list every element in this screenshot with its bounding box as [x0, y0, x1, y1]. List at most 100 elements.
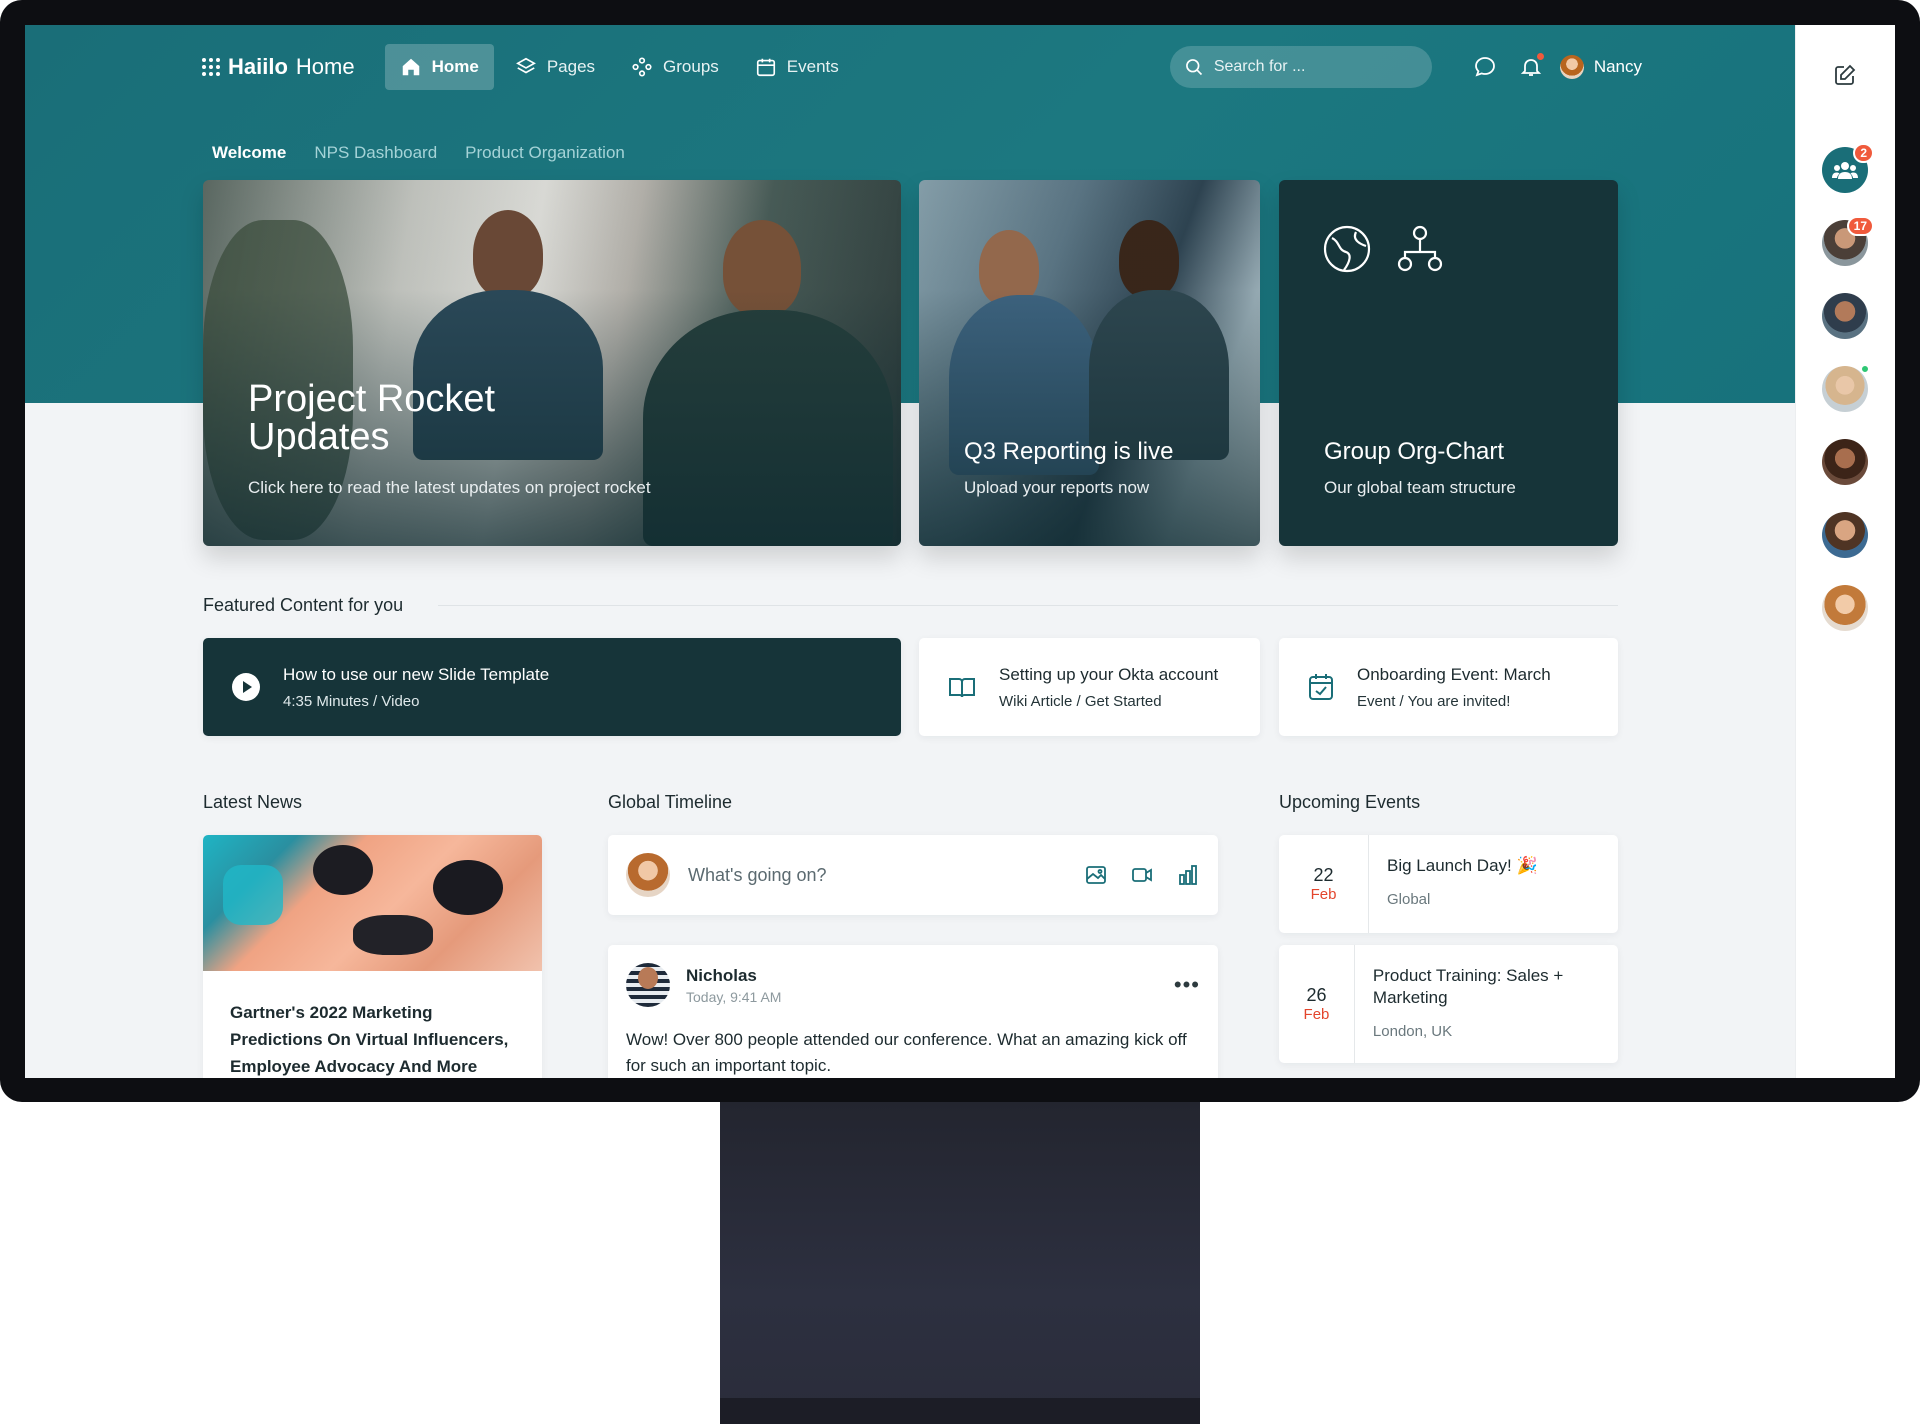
event-location: Global — [1387, 891, 1431, 908]
tab-nps-dashboard[interactable]: NPS Dashboard — [314, 143, 437, 163]
right-rail: 2 17 — [1795, 25, 1895, 1078]
event-day: 26 — [1306, 985, 1327, 1005]
upcoming-events-heading: Upcoming Events — [1279, 792, 1421, 812]
hero-title-line1: Project Rocket — [248, 378, 496, 420]
event-month: Feb — [1303, 1006, 1330, 1023]
featured-item-title: Onboarding Event: March — [1357, 664, 1551, 684]
rail-contact-avatar[interactable]: 17 — [1822, 216, 1874, 266]
featured-item-meta: Wiki Article / Get Started — [999, 692, 1162, 710]
nav-events-label: Events — [786, 57, 839, 76]
image-icon[interactable] — [1084, 863, 1108, 887]
post-header: Nicholas Today, 9:41 AM ••• — [626, 963, 1200, 1007]
page-subtabs: Welcome NPS Dashboard Product Organizati… — [212, 143, 625, 163]
event-item[interactable]: 22 Feb Big Launch Day! 🎉 Global — [1279, 835, 1618, 933]
post-more-button[interactable]: ••• — [1174, 972, 1200, 998]
search-icon — [1185, 59, 1202, 76]
rail-contact-avatar[interactable] — [1822, 512, 1868, 558]
post-time: Today, 9:41 AM — [686, 988, 782, 1005]
video-icon[interactable] — [1130, 863, 1154, 887]
nav-groups-label: Groups — [663, 57, 719, 76]
calendar-check-icon — [1309, 674, 1333, 700]
chat-button[interactable] — [1462, 44, 1508, 90]
rail-contact-avatar[interactable] — [1822, 585, 1868, 631]
nav-pages[interactable]: Pages — [500, 44, 610, 90]
post-composer — [608, 835, 1218, 915]
nav-home[interactable]: Home — [384, 44, 494, 90]
timeline-post: Nicholas Today, 9:41 AM ••• Wow! Over 80… — [608, 945, 1218, 1078]
post-author-avatar[interactable] — [626, 963, 670, 1007]
main-area: Haiilo Home Home Pages Groups Events Sea… — [25, 25, 1795, 1078]
play-icon — [232, 673, 260, 701]
event-location: London, UK — [1372, 1023, 1453, 1040]
hero-title: Group Org-Chart — [1324, 438, 1505, 465]
featured-item-meta: Event / You are invited! — [1357, 692, 1511, 710]
user-avatar — [1559, 55, 1584, 79]
hero-subtitle: Upload your reports now — [964, 478, 1150, 497]
online-indicator — [1860, 364, 1870, 374]
hero-title: Q3 Reporting is live — [964, 438, 1174, 465]
globe-icon — [1323, 225, 1371, 273]
rail-contact-avatar[interactable] — [1822, 364, 1870, 412]
book-icon — [949, 678, 975, 698]
news-card[interactable]: Gartner's 2022 Marketing Predictions On … — [203, 835, 542, 1078]
home-icon — [402, 58, 419, 76]
hero-subtitle: Click here to read the latest updates on… — [248, 478, 651, 497]
logo-dots-icon — [202, 58, 220, 76]
global-timeline-heading: Global Timeline — [608, 792, 733, 812]
monitor-stand — [720, 1102, 1200, 1424]
app-screen: Haiilo Home Home Pages Groups Events Sea… — [25, 25, 1895, 1078]
post-author[interactable]: Nicholas — [686, 966, 781, 986]
nav-home-label: Home — [431, 57, 479, 76]
search-input[interactable] — [1213, 58, 1394, 76]
logo-light-text: Home — [295, 54, 355, 79]
hero-card-project-rocket[interactable]: Project Rocket Updates Click here to rea… — [203, 180, 901, 546]
event-month: Feb — [1310, 886, 1337, 903]
hero-subtitle: Our global team structure — [1324, 478, 1516, 497]
hero-title: Project Rocket Updates — [248, 380, 495, 456]
app-logo[interactable]: Haiilo Home — [202, 54, 355, 80]
event-date: 26 Feb — [1279, 945, 1355, 1063]
logo-bold-text: Haiilo — [228, 54, 288, 79]
rail-group-chat[interactable]: 2 — [1822, 143, 1874, 193]
unread-badge: 17 — [1846, 216, 1874, 236]
tab-welcome[interactable]: Welcome — [212, 143, 286, 163]
user-name: Nancy — [1593, 57, 1642, 76]
news-image — [203, 835, 542, 971]
notifications-button[interactable] — [1508, 44, 1554, 90]
featured-item-meta: 4:35 Minutes / Video — [283, 692, 420, 710]
featured-item-slide-template[interactable]: How to use our new Slide Template 4:35 M… — [203, 638, 901, 736]
nav-events[interactable]: Events — [740, 44, 854, 90]
poll-icon[interactable] — [1176, 863, 1200, 887]
layers-icon — [515, 57, 536, 74]
search-box[interactable] — [1169, 46, 1432, 88]
composer-input[interactable] — [688, 864, 1084, 886]
nav-groups[interactable]: Groups — [616, 44, 734, 90]
featured-item-okta[interactable]: Setting up your Okta account Wiki Articl… — [919, 638, 1260, 736]
featured-divider — [438, 605, 1618, 606]
tab-product-organization[interactable]: Product Organization — [465, 143, 625, 163]
groups-icon — [632, 57, 652, 77]
post-body: Wow! Over 800 people attended our confer… — [626, 1030, 1187, 1075]
featured-item-onboarding[interactable]: Onboarding Event: March Event / You are … — [1279, 638, 1618, 736]
chat-bubble-icon — [1474, 57, 1495, 77]
rail-contact-avatar[interactable] — [1822, 293, 1868, 339]
event-title: Product Training: Sales + Marketing — [1372, 966, 1564, 1007]
event-item[interactable]: 26 Feb Product Training: Sales + Marketi… — [1279, 945, 1618, 1063]
nav-pages-label: Pages — [546, 57, 596, 76]
composer-tools — [1084, 863, 1200, 887]
user-menu[interactable]: Nancy — [1559, 55, 1642, 79]
featured-heading: Featured Content for you — [203, 595, 404, 615]
calendar-icon — [756, 58, 775, 77]
featured-item-title: How to use our new Slide Template — [283, 664, 550, 684]
latest-news-heading: Latest News — [203, 792, 303, 812]
compose-icon[interactable] — [1833, 63, 1857, 87]
org-chart-icon — [1397, 225, 1443, 272]
hero-title-line2: Updates — [248, 416, 390, 458]
hero-card-q3-reporting[interactable]: Q3 Reporting is live Upload your reports… — [919, 180, 1260, 546]
event-day: 22 — [1313, 865, 1334, 885]
hero-card-org-chart[interactable]: Group Org-Chart Our global team structur… — [1279, 180, 1618, 546]
primary-nav: Home Pages Groups Events — [384, 44, 854, 90]
rail-contact-avatar[interactable] — [1822, 439, 1868, 485]
notification-dot — [1536, 53, 1544, 60]
event-title: Big Launch Day! 🎉 — [1387, 856, 1538, 875]
